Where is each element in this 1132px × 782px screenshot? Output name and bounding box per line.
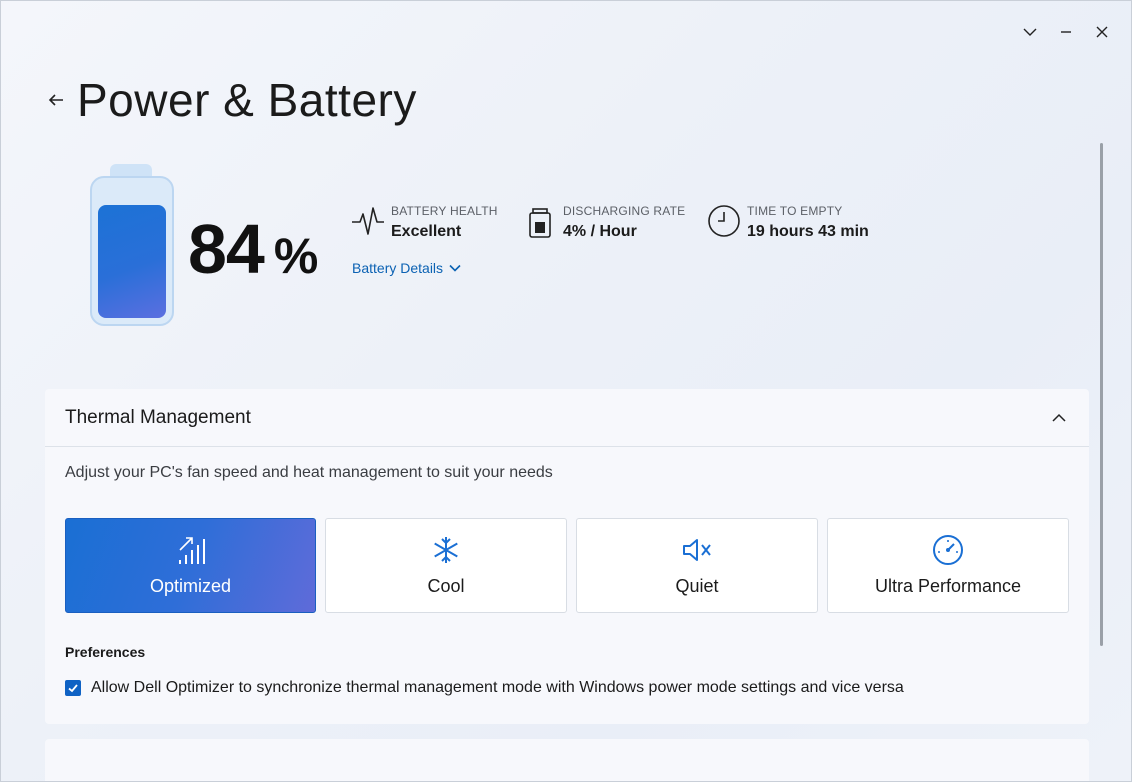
speedometer-icon (932, 534, 964, 566)
battery-level-graphic (90, 164, 174, 326)
thermal-management-card: Thermal Management Adjust your PC's fan … (45, 389, 1089, 724)
time-to-empty-value: 19 hours 43 min (747, 223, 869, 240)
battery-details-link[interactable]: Battery Details (352, 260, 461, 276)
battery-percent-symbol: % (273, 228, 319, 284)
close-icon[interactable] (1091, 21, 1113, 43)
battery-icon (523, 204, 557, 238)
page-title: Power & Battery (77, 74, 417, 126)
signal-bars-icon (175, 534, 207, 566)
discharging-rate-value: 4% / Hour (563, 223, 637, 240)
chevron-down-icon[interactable] (1019, 21, 1041, 43)
clock-icon (707, 204, 741, 238)
time-to-empty-label: TIME TO EMPTY (747, 204, 843, 218)
battery-percentage: 84 % (188, 209, 318, 289)
battery-details-label: Battery Details (352, 260, 444, 276)
battery-fill (98, 205, 166, 318)
battery-health-label: BATTERY HEALTH (391, 204, 498, 218)
mode-ultra-performance-button[interactable]: Ultra Performance (827, 518, 1069, 613)
vertical-scrollbar[interactable] (1100, 143, 1103, 646)
discharging-rate-stat: DISCHARGING RATE 4% / Hour (523, 204, 685, 241)
thermal-description: Adjust your PC's fan speed and heat mana… (65, 464, 553, 481)
next-section-card (45, 739, 1089, 781)
chevron-up-icon[interactable] (1049, 408, 1069, 428)
app-window: Power & Battery 84 % BATTERY HEALTH Exce… (0, 0, 1132, 782)
thermal-management-title: Thermal Management (65, 406, 251, 428)
window-controls (1019, 21, 1113, 43)
speaker-mute-icon (681, 534, 713, 566)
page-header: Power & Battery (45, 73, 417, 127)
battery-health-stat: BATTERY HEALTH Excellent (351, 204, 498, 241)
mode-cool-button[interactable]: Cool (325, 518, 567, 613)
battery-health-value: Excellent (391, 223, 462, 240)
time-to-empty-stat: TIME TO EMPTY 19 hours 43 min (707, 204, 869, 241)
battery-percent-value: 84 (188, 210, 265, 288)
sync-checkbox-label: Allow Dell Optimizer to synchronize ther… (91, 679, 904, 696)
sync-checkbox[interactable] (65, 680, 81, 696)
mode-quiet-label: Quiet (675, 576, 719, 596)
sync-preference-row: Allow Dell Optimizer to synchronize ther… (65, 679, 904, 697)
heartbeat-icon (351, 204, 385, 238)
discharging-rate-label: DISCHARGING RATE (563, 204, 686, 218)
thermal-management-header[interactable]: Thermal Management (45, 389, 1089, 447)
battery-body (90, 176, 174, 326)
mode-cool-label: Cool (427, 576, 465, 596)
mode-quiet-button[interactable]: Quiet (576, 518, 818, 613)
chevron-down-icon (449, 264, 461, 272)
mode-optimized-button[interactable]: Optimized (65, 518, 316, 613)
minimize-icon[interactable] (1055, 21, 1077, 43)
snowflake-icon (430, 534, 462, 566)
mode-optimized-label: Optimized (149, 576, 232, 596)
preferences-heading: Preferences (65, 644, 146, 660)
mode-ultra-performance-label: Ultra Performance (874, 576, 1022, 596)
thermal-mode-options: Optimized Cool Quiet Ultra Performance (65, 518, 1069, 613)
back-arrow-icon[interactable] (45, 89, 67, 111)
